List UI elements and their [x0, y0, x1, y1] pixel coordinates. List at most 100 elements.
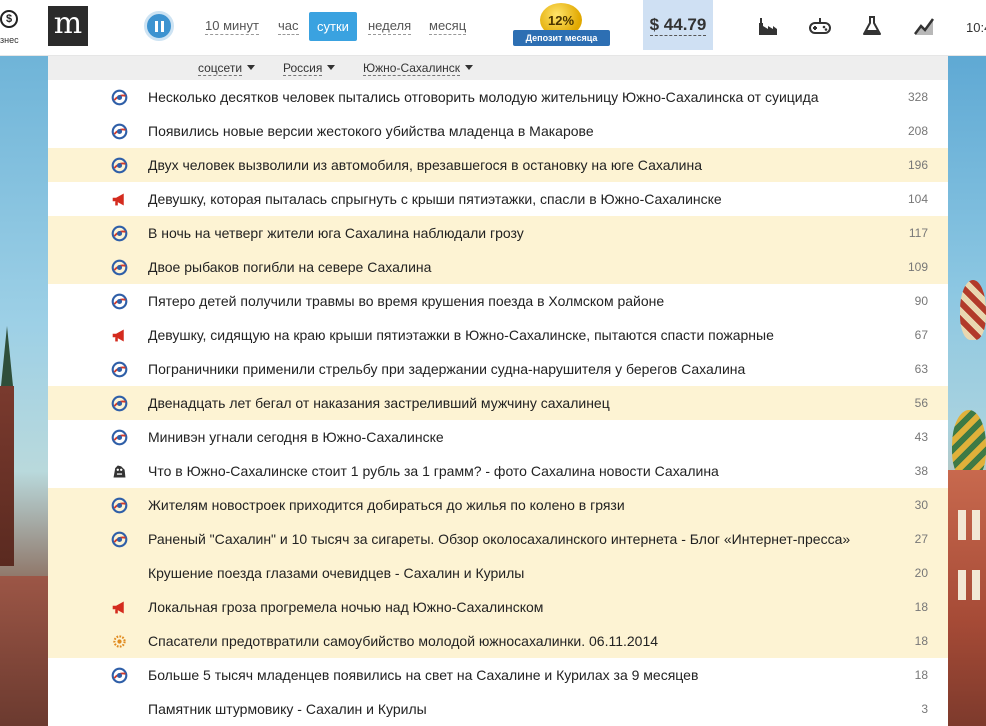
price-box[interactable]: $ 44.79 — [643, 0, 713, 50]
news-count: 38 — [914, 464, 928, 478]
news-count: 30 — [914, 498, 928, 512]
news-title-link[interactable]: Минивэн угнали сегодня в Южно-Сахалинске — [148, 420, 888, 454]
news-title-link[interactable]: Двое рыбаков погибли на севере Сахалина — [148, 250, 888, 284]
news-row[interactable]: Что в Южно-Сахалинске стоит 1 рубль за 1… — [48, 454, 948, 488]
background-left-panel — [0, 56, 48, 726]
badge-label: Депозит месяца — [513, 30, 610, 46]
business-label[interactable]: знес — [0, 35, 19, 45]
caret-down-icon — [247, 65, 256, 70]
trend-chart-icon[interactable] — [912, 14, 936, 38]
circle-logo-icon — [111, 361, 128, 378]
news-row[interactable]: Памятник штурмовику - Сахалин и Курилы 3 — [48, 692, 948, 726]
filter-label: Россия — [283, 61, 323, 76]
news-count: 63 — [914, 362, 928, 376]
megaphone-icon — [112, 601, 124, 614]
news-row[interactable]: Девушку, сидящую на краю крыши пятиэтажк… — [48, 318, 948, 352]
circle-logo-icon — [111, 123, 128, 140]
news-title-link[interactable]: Что в Южно-Сахалинске стоит 1 рубль за 1… — [148, 454, 888, 488]
circle-logo-icon — [111, 89, 128, 106]
period-week[interactable]: неделя — [368, 18, 412, 35]
deposit-badge[interactable]: 12% Депозит месяца — [513, 3, 610, 48]
emblem-icon — [113, 635, 126, 648]
news-row[interactable]: Двенадцать лет бегал от наказания застре… — [48, 386, 948, 420]
news-title-link[interactable]: Двенадцать лет бегал от наказания застре… — [148, 386, 888, 420]
news-row[interactable]: Локальная гроза прогремела ночью над Южн… — [48, 590, 948, 624]
filter-label: Южно-Сахалинск — [363, 61, 461, 76]
news-row[interactable]: Больше 5 тысяч младенцев появились на св… — [48, 658, 948, 692]
caret-down-icon — [465, 65, 474, 70]
news-count: 208 — [907, 124, 928, 138]
circle-logo-icon — [111, 259, 128, 276]
news-row[interactable]: Раненый "Сахалин" и 10 тысяч за сигареты… — [48, 522, 948, 556]
news-count: 117 — [908, 226, 928, 240]
news-row[interactable]: Несколько десятков человек пытались отго… — [48, 80, 948, 114]
news-title-link[interactable]: Девушку, сидящую на краю крыши пятиэтажк… — [148, 318, 888, 352]
top-bar: $ знес m 10 минут час сутки неделя месяц… — [0, 0, 986, 56]
circle-logo-icon — [111, 395, 128, 412]
period-10min[interactable]: 10 минут — [205, 18, 259, 35]
news-count: 43 — [914, 430, 928, 444]
news-count: 3 — [921, 702, 928, 716]
news-row[interactable]: Двое рыбаков погибли на севере Сахалина 1… — [48, 250, 948, 284]
news-row[interactable]: Девушку, которая пыталась спрыгнуть с кр… — [48, 182, 948, 216]
news-count: 104 — [907, 192, 928, 206]
news-row[interactable]: Спасатели предотвратили самоубийство мол… — [48, 624, 948, 658]
news-row[interactable]: Крушение поезда глазами очевидцев - Саха… — [48, 556, 948, 590]
news-title-link[interactable]: Памятник штурмовику - Сахалин и Курилы — [148, 692, 888, 726]
circle-logo-icon — [111, 667, 128, 684]
circle-logo-icon — [111, 497, 128, 514]
megaphone-icon — [112, 193, 124, 206]
news-count: 90 — [914, 294, 928, 308]
news-count: 18 — [914, 634, 928, 648]
news-title-link[interactable]: Девушку, которая пыталась спрыгнуть с кр… — [148, 182, 888, 216]
gamepad-icon[interactable] — [808, 14, 832, 38]
circle-logo-icon — [111, 429, 128, 446]
price-value: $ 44.79 — [649, 14, 707, 36]
news-count: 67 — [914, 328, 928, 342]
filter-social[interactable]: соцсети — [198, 60, 256, 76]
news-title-link[interactable]: Появились новые версии жестокого убийств… — [148, 114, 888, 148]
filter-bar: соцсети Россия Южно-Сахалинск — [48, 56, 948, 81]
period-month[interactable]: месяц — [429, 18, 467, 35]
news-title-link[interactable]: Спасатели предотвратили самоубийство мол… — [148, 624, 888, 658]
megaphone-icon — [112, 329, 124, 342]
caret-down-icon — [327, 65, 336, 70]
news-title-link[interactable]: Локальная гроза прогремела ночью над Южн… — [148, 590, 888, 624]
flask-icon[interactable] — [860, 14, 884, 38]
clock-text: 10:4 — [966, 20, 986, 35]
pause-button[interactable] — [144, 11, 174, 41]
news-title-link[interactable]: Пятеро детей получили травмы во время кр… — [148, 284, 888, 318]
news-count: 18 — [914, 600, 928, 614]
news-row[interactable]: Появились новые версии жестокого убийств… — [48, 114, 948, 148]
circle-logo-icon — [111, 293, 128, 310]
news-row[interactable]: Жителям новостроек приходится добираться… — [48, 488, 948, 522]
news-count: 328 — [907, 90, 928, 104]
dollar-circle-icon[interactable]: $ — [0, 10, 18, 28]
site-logo[interactable]: m — [48, 6, 88, 46]
news-title-link[interactable]: Жителям новостроек приходится добираться… — [148, 488, 888, 522]
news-title-link[interactable]: Раненый "Сахалин" и 10 тысяч за сигареты… — [148, 522, 888, 556]
filter-label: соцсети — [198, 61, 243, 76]
period-hour[interactable]: час — [278, 18, 299, 35]
news-count: 18 — [914, 668, 928, 682]
filter-country[interactable]: Россия — [283, 60, 336, 76]
news-title-link[interactable]: Больше 5 тысяч младенцев появились на св… — [148, 658, 888, 692]
news-title-link[interactable]: В ночь на четверг жители юга Сахалина на… — [148, 216, 888, 250]
news-title-link[interactable]: Двух человек вызволили из автомобиля, вр… — [148, 148, 888, 182]
news-row[interactable]: Двух человек вызволили из автомобиля, вр… — [48, 148, 948, 182]
news-row[interactable]: Пограничники применили стрельбу при заде… — [48, 352, 948, 386]
news-title-link[interactable]: Крушение поезда глазами очевидцев - Саха… — [148, 556, 888, 590]
news-row[interactable]: Минивэн угнали сегодня в Южно-Сахалинске… — [48, 420, 948, 454]
filter-city[interactable]: Южно-Сахалинск — [363, 60, 474, 76]
animal-logo-icon — [113, 465, 126, 478]
news-row[interactable]: В ночь на четверг жители юга Сахалина на… — [48, 216, 948, 250]
news-count: 27 — [914, 532, 928, 546]
church-decoration — [948, 470, 986, 726]
factory-icon[interactable] — [756, 14, 780, 38]
news-row[interactable]: Пятеро детей получили травмы во время кр… — [48, 284, 948, 318]
news-count: 109 — [907, 260, 928, 274]
news-title-link[interactable]: Пограничники применили стрельбу при заде… — [148, 352, 888, 386]
period-day[interactable]: сутки — [309, 12, 357, 41]
news-title-link[interactable]: Несколько десятков человек пытались отго… — [148, 80, 888, 114]
circle-logo-icon — [111, 225, 128, 242]
